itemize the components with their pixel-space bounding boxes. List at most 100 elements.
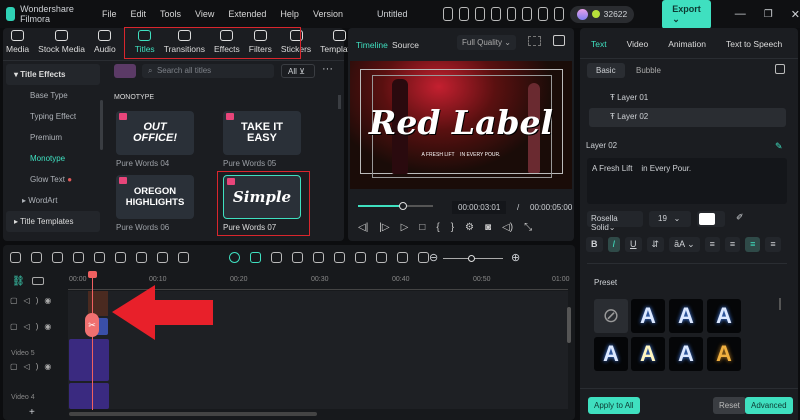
mark-in-icon[interactable]: { [436, 222, 439, 233]
tab-stock-media[interactable]: Stock Media [38, 30, 85, 58]
fit-icon[interactable] [418, 252, 429, 264]
delete-icon[interactable] [94, 252, 105, 264]
line-spacing-button[interactable]: ⇵ [646, 237, 665, 252]
apps-icon[interactable] [553, 7, 564, 21]
sidebar-item-glow-text[interactable]: Glow Text ● [6, 169, 100, 190]
undo-icon[interactable] [52, 252, 63, 264]
menu-extended[interactable]: Extended [228, 9, 266, 19]
stop-icon[interactable]: □ [419, 222, 425, 233]
snap-icon[interactable] [250, 252, 261, 264]
crop-icon[interactable] [157, 252, 168, 264]
clip-video-5[interactable] [69, 339, 109, 381]
title-card-pure-words-05[interactable]: TAKE IT EASY [223, 111, 301, 155]
font-size-dropdown[interactable]: 19 ⌄ [649, 211, 691, 227]
browser-scrollbar[interactable] [338, 95, 341, 109]
tab-timeline[interactable]: Timeline [356, 40, 388, 50]
title-card-pure-words-04[interactable]: OUT OFFICE! [116, 111, 194, 155]
playhead[interactable] [92, 272, 93, 410]
prev-frame-icon[interactable]: ◁| [358, 222, 368, 233]
notes-icon[interactable] [475, 7, 485, 21]
case-dropdown[interactable]: āA ⌄ [669, 237, 700, 252]
apply-to-all-button[interactable]: Apply to All [588, 397, 640, 414]
menu-edit[interactable]: Edit [131, 9, 147, 19]
preset-neon-blue[interactable]: A [594, 337, 628, 371]
layout-icon[interactable] [10, 252, 21, 264]
layout-icon[interactable] [490, 7, 501, 21]
mark-out-icon[interactable]: } [451, 222, 454, 233]
eyedropper-icon[interactable]: ✐ [736, 212, 744, 223]
tab-media[interactable]: Media [6, 30, 29, 58]
replace-icon[interactable] [397, 252, 408, 264]
support-icon[interactable] [538, 7, 548, 21]
favorites-button[interactable] [114, 64, 136, 78]
preset-outline-white[interactable]: A [669, 299, 703, 333]
snapshot-icon[interactable]: ◙ [485, 222, 491, 233]
track-controls[interactable]: ▢◁)◉ [10, 296, 57, 305]
zoom-slider[interactable] [443, 255, 503, 262]
menu-help[interactable]: Help [280, 9, 299, 19]
sidebar-item-premium[interactable]: Premium [6, 127, 100, 148]
preset-scrollbar[interactable] [779, 298, 781, 310]
preset-none[interactable]: ⊘ [594, 299, 628, 333]
shield-icon[interactable] [334, 252, 345, 264]
next-frame-icon[interactable]: |▷ [379, 222, 389, 233]
font-dropdown[interactable]: Rosella Solid⌄ [587, 211, 643, 232]
search-input[interactable]: ⌕ Search all titles [142, 64, 274, 78]
more-tools-icon[interactable] [178, 252, 189, 264]
filter-dropdown[interactable]: All ⊻ [281, 64, 315, 78]
quality-dropdown[interactable]: Full Quality ⌄ [457, 35, 516, 50]
sidebar-item-wordart[interactable]: ▸ WordArt [6, 190, 100, 211]
zoom-in-icon[interactable]: ⊕ [511, 251, 520, 264]
volume-icon[interactable]: ◁) [502, 222, 513, 233]
speed-icon[interactable] [313, 252, 324, 264]
save-icon[interactable] [506, 7, 517, 21]
feedback-icon[interactable] [459, 7, 470, 21]
more-icon[interactable]: ··· [322, 63, 333, 75]
align-left-button[interactable]: ≡ [704, 237, 720, 252]
subtab-basic[interactable]: Basic [587, 63, 625, 78]
underline-button[interactable]: U [625, 237, 642, 252]
bold-button[interactable]: B [586, 237, 603, 252]
menu-file[interactable]: File [102, 9, 117, 19]
preset-glow-blue[interactable]: A [631, 299, 665, 333]
sidebar-item-base-type[interactable]: Base Type [6, 85, 100, 106]
add-track-icon[interactable]: + [29, 407, 35, 418]
sidebar-title-effects[interactable]: ▾ Title Effects [6, 64, 100, 85]
reset-button[interactable]: Reset [713, 397, 746, 414]
menu-view[interactable]: View [195, 9, 214, 19]
cut-icon[interactable] [115, 252, 126, 264]
gift-icon[interactable] [443, 7, 454, 21]
sidebar-scrollbar[interactable] [100, 100, 103, 150]
justify-button[interactable]: ≡ [765, 237, 781, 252]
text-style-icon[interactable]: ✎ [775, 141, 783, 152]
align-right-button[interactable]: ≡ [724, 237, 741, 252]
tab-video[interactable]: Video [627, 39, 649, 49]
zoom-out-icon[interactable]: ⊖ [429, 251, 438, 264]
redo-icon[interactable] [73, 252, 84, 264]
clip-video-4[interactable] [69, 383, 109, 409]
preset-gold[interactable]: A [707, 337, 741, 371]
ai-icon[interactable] [229, 252, 240, 264]
track-link-icon[interactable]: ⛓ [12, 276, 25, 287]
video-preview[interactable]: Red Label A FRESH LIFT IN EVERY POUR. [350, 61, 572, 189]
sidebar-item-monotype[interactable]: Monotype [6, 148, 100, 169]
track-controls[interactable]: ▢◁)◉ [10, 362, 57, 371]
tab-animation[interactable]: Animation [668, 39, 706, 49]
tab-text[interactable]: Text [591, 39, 607, 49]
fullscreen-icon[interactable]: ⤡ [524, 222, 532, 233]
save-preset-icon[interactable] [775, 64, 785, 74]
playhead-handle[interactable] [88, 271, 97, 278]
text-tool-icon[interactable] [136, 252, 147, 264]
timeline-vscrollbar[interactable] [567, 307, 571, 343]
sticker-icon[interactable] [271, 252, 282, 264]
restore-icon[interactable]: ❐ [764, 9, 773, 20]
preset-neon-yellow[interactable]: A [631, 337, 665, 371]
track-controls[interactable]: ▢◁)◉ [10, 322, 57, 331]
preset-outline-blue[interactable]: A [707, 299, 741, 333]
sidebar-title-templates[interactable]: ▸ Title Templates [6, 211, 100, 232]
track-settings-icon[interactable] [32, 277, 44, 285]
layer-item-selected[interactable]: Ŧ Layer 02 [589, 108, 786, 127]
export-button[interactable]: Export ⌄ [662, 0, 711, 29]
image-icon[interactable] [292, 252, 303, 264]
render-icon[interactable]: ⚙ [465, 222, 474, 233]
